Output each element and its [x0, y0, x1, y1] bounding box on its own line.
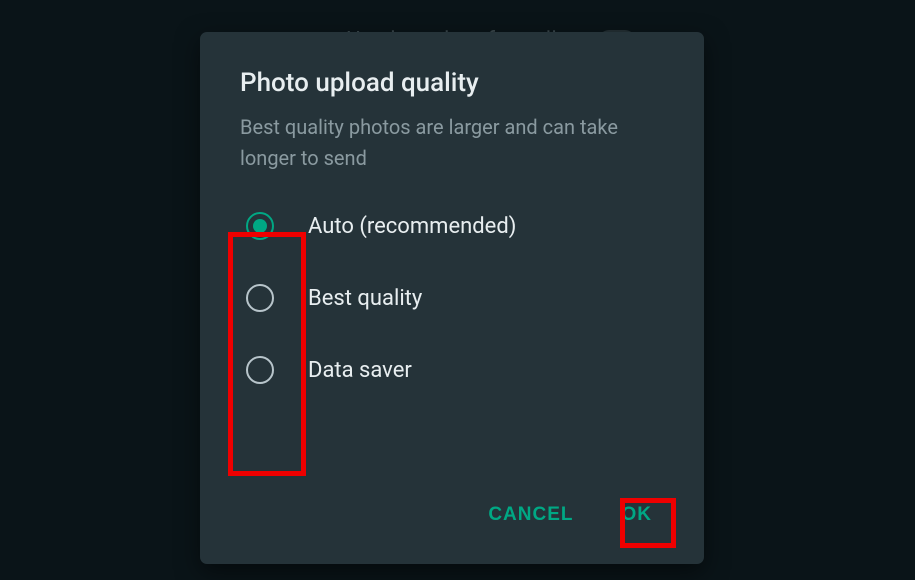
option-label: Data saver — [308, 358, 412, 383]
cancel-button[interactable]: CANCEL — [484, 498, 577, 532]
option-best-quality[interactable]: Best quality — [246, 284, 664, 312]
photo-upload-quality-dialog: Photo upload quality Best quality photos… — [200, 32, 704, 564]
dialog-actions: CANCEL OK — [240, 498, 664, 540]
option-data-saver[interactable]: Data saver — [246, 356, 664, 384]
option-label: Auto (recommended) — [308, 214, 516, 239]
radio-button-selected-icon — [246, 212, 274, 240]
dialog-title: Photo upload quality — [240, 68, 664, 98]
radio-button-unselected-icon — [246, 284, 274, 312]
radio-button-unselected-icon — [246, 356, 274, 384]
dialog-subtitle: Best quality photos are larger and can t… — [240, 112, 664, 174]
ok-button[interactable]: OK — [618, 498, 657, 532]
option-label: Best quality — [308, 286, 422, 311]
radio-options-group: Auto (recommended) Best quality Data sav… — [240, 212, 664, 498]
option-auto[interactable]: Auto (recommended) — [246, 212, 664, 240]
